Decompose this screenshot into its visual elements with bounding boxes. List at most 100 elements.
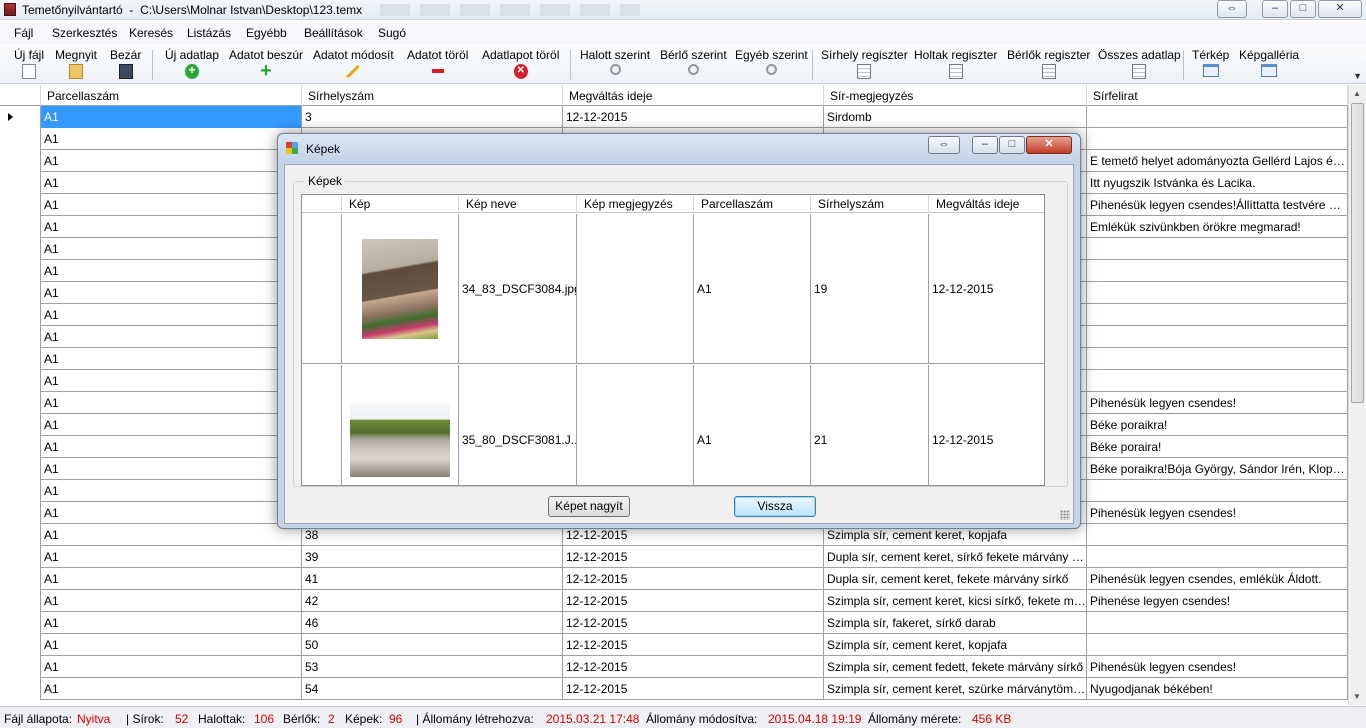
- parcel-cell[interactable]: A1: [41, 568, 302, 590]
- parcel-cell[interactable]: A1: [41, 194, 302, 216]
- grave-number-cell[interactable]: 42: [302, 590, 563, 612]
- maximize-button[interactable]: □: [1290, 0, 1316, 18]
- row-header[interactable]: [0, 392, 41, 414]
- inscription-cell[interactable]: [1087, 260, 1348, 282]
- parcel-cell[interactable]: A1: [41, 634, 302, 656]
- minimize-button[interactable]: –: [1262, 0, 1288, 18]
- tenant-register-button[interactable]: Bérlők regiszter: [1007, 48, 1090, 79]
- menu-settings[interactable]: Beállítások: [304, 26, 363, 40]
- redemption-date-cell[interactable]: 12-12-2015: [563, 656, 824, 678]
- table-row[interactable]: A1 54 12-12-2015 Szimpla sír, cement keret,…: [0, 678, 1348, 700]
- row-header[interactable]: [0, 194, 41, 216]
- parcel-cell[interactable]: A1: [41, 326, 302, 348]
- redemption-date-cell[interactable]: 12-12-2015: [929, 365, 1044, 485]
- row-header[interactable]: [0, 414, 41, 436]
- inscription-cell[interactable]: [1087, 128, 1348, 150]
- dialog-minimize-button[interactable]: –: [972, 136, 998, 154]
- grave-number-cell[interactable]: 3: [302, 106, 563, 128]
- image-name-cell[interactable]: 34_83_DSCF3084.jpg: [459, 214, 577, 363]
- grave-note-cell[interactable]: Dupla sír, cement keret, sírkő fekete má…: [824, 546, 1087, 568]
- new-file-button[interactable]: Új fájl: [14, 48, 44, 79]
- table-row[interactable]: A1 41 12-12-2015 Dupla sír, cement keret, f…: [0, 568, 1348, 590]
- redemption-date-cell[interactable]: 12-12-2015: [563, 634, 824, 656]
- resize-grip-icon[interactable]: [1060, 510, 1070, 520]
- inscription-cell[interactable]: [1087, 282, 1348, 304]
- redemption-date-cell[interactable]: 12-12-2015: [563, 590, 824, 612]
- back-button[interactable]: Vissza: [734, 496, 816, 517]
- row-header[interactable]: [0, 480, 41, 502]
- menu-search[interactable]: Keresés: [129, 26, 173, 40]
- inscription-cell[interactable]: [1087, 634, 1348, 656]
- redemption-date-cell[interactable]: 12-12-2015: [563, 106, 824, 128]
- dialog-maximize-button[interactable]: □: [999, 136, 1025, 154]
- row-header[interactable]: [302, 214, 342, 363]
- image-row[interactable]: 34_83_DSCF3084.jpg A1 19 12-12-2015: [302, 214, 1044, 364]
- parcel-cell[interactable]: A1: [41, 304, 302, 326]
- redemption-date-cell[interactable]: 12-12-2015: [563, 678, 824, 700]
- grave-note-cell[interactable]: Szimpla sír, cement fedett, fekete márvá…: [824, 656, 1087, 678]
- dead-register-button[interactable]: Holtak regiszter: [914, 48, 997, 79]
- column-header[interactable]: Kép megjegyzés: [577, 195, 694, 213]
- parcel-cell[interactable]: A1: [41, 238, 302, 260]
- menu-edit[interactable]: Szerkesztés: [52, 26, 117, 40]
- row-header[interactable]: [0, 656, 41, 678]
- menu-list[interactable]: Listázás: [187, 26, 231, 40]
- all-records-button[interactable]: Összes adatlap: [1098, 48, 1181, 79]
- parcel-cell[interactable]: A1: [694, 214, 811, 363]
- table-row[interactable]: A1 39 12-12-2015 Dupla sír, cement keret, s…: [0, 546, 1348, 568]
- inscription-cell[interactable]: [1087, 546, 1348, 568]
- parcel-cell[interactable]: A1: [41, 612, 302, 634]
- scroll-down-icon[interactable]: ▼: [1353, 692, 1361, 701]
- inscription-cell[interactable]: [1087, 370, 1348, 392]
- map-button[interactable]: Térkép: [1192, 48, 1229, 77]
- parcel-cell[interactable]: A1: [41, 546, 302, 568]
- row-header[interactable]: [0, 370, 41, 392]
- inscription-cell[interactable]: E temető helyet adományozta Gellérd Lajo…: [1087, 150, 1348, 172]
- parcel-cell[interactable]: A1: [41, 172, 302, 194]
- inscription-cell[interactable]: Pihenésük legyen csendes, emlékük Áldott…: [1087, 568, 1348, 590]
- row-header[interactable]: [0, 524, 41, 546]
- image-row[interactable]: 35_80_DSCF3081.J... A1 21 12-12-2015: [302, 365, 1044, 485]
- table-row[interactable]: A1 46 12-12-2015 Szimpla sír, fakeret, sírk…: [0, 612, 1348, 634]
- column-header[interactable]: Parcellaszám: [41, 85, 302, 106]
- parcel-cell[interactable]: A1: [41, 216, 302, 238]
- inscription-cell[interactable]: Pihenésük legyen csendes!: [1087, 392, 1348, 414]
- row-header[interactable]: [0, 634, 41, 656]
- inscription-cell[interactable]: Béke poraikra!: [1087, 414, 1348, 436]
- scroll-thumb[interactable]: [1351, 103, 1364, 403]
- inscription-cell[interactable]: [1087, 480, 1348, 502]
- modify-data-button[interactable]: Adatot módosít: [313, 48, 394, 79]
- grave-note-cell[interactable]: Dupla sír, cement keret, fekete márvány …: [824, 568, 1087, 590]
- inscription-cell[interactable]: Nyugodjanak békében!: [1087, 678, 1348, 700]
- grave-note-cell[interactable]: Sirdomb: [824, 106, 1087, 128]
- new-record-button[interactable]: Új adatlap +: [165, 48, 219, 79]
- table-row[interactable]: A1 3 12-12-2015 Sirdomb: [0, 106, 1348, 128]
- grave-number-cell[interactable]: 46: [302, 612, 563, 634]
- row-header[interactable]: [0, 304, 41, 326]
- row-header[interactable]: [0, 678, 41, 700]
- grave-note-cell[interactable]: Szimpla sír, fakeret, sírkő darab: [824, 612, 1087, 634]
- inscription-cell[interactable]: Béke poraikra!Bója György, Sándor Irén, …: [1087, 458, 1348, 480]
- row-header[interactable]: [0, 590, 41, 612]
- menu-file[interactable]: Fájl: [14, 26, 33, 40]
- table-row[interactable]: A1 53 12-12-2015 Szimpla sír, cement fedett…: [0, 656, 1348, 678]
- redemption-date-cell[interactable]: 12-12-2015: [563, 546, 824, 568]
- image-note-cell[interactable]: [577, 214, 694, 363]
- redemption-date-cell[interactable]: 12-12-2015: [563, 612, 824, 634]
- row-header[interactable]: [0, 106, 41, 128]
- parcel-cell[interactable]: A1: [41, 480, 302, 502]
- search-by-tenant-button[interactable]: Bérlő szerint: [660, 48, 727, 75]
- gallery-button[interactable]: Képgalléria: [1239, 48, 1299, 77]
- parcel-cell[interactable]: A1: [41, 502, 302, 524]
- row-header[interactable]: [0, 502, 41, 524]
- parcel-cell[interactable]: A1: [41, 590, 302, 612]
- inscription-cell[interactable]: [1087, 304, 1348, 326]
- inscription-cell[interactable]: Pihenésük legyen csendes!Állíttatta test…: [1087, 194, 1348, 216]
- scroll-up-icon[interactable]: ▲: [1353, 89, 1361, 98]
- redemption-date-cell[interactable]: 12-12-2015: [929, 214, 1044, 363]
- search-by-other-button[interactable]: Egyéb szerint: [735, 48, 808, 75]
- row-header[interactable]: [302, 365, 342, 485]
- column-header[interactable]: Megváltás ideje: [563, 85, 824, 106]
- parcel-cell[interactable]: A1: [41, 106, 302, 128]
- inscription-cell[interactable]: Pihenésük legyen csendes!: [1087, 656, 1348, 678]
